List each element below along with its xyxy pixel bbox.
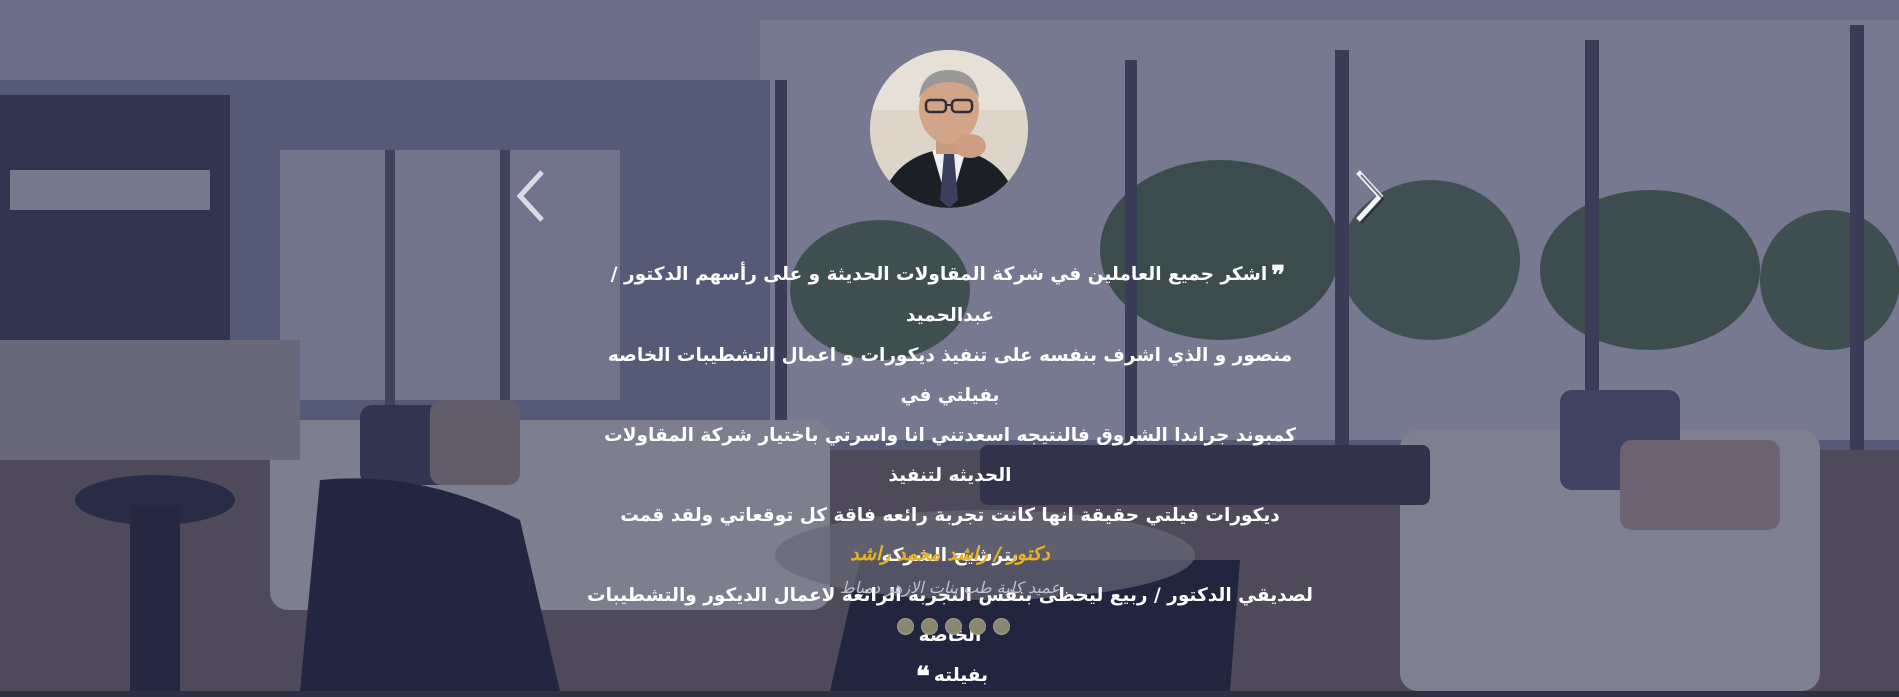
chevron-left-icon	[516, 170, 544, 222]
next-slide-button[interactable]	[1348, 166, 1388, 226]
prev-slide-button[interactable]	[512, 166, 552, 226]
testimonial-line-2: منصور و الذي اشرف بنفسه على تنفيذ ديكورا…	[607, 345, 1293, 406]
testimonial-line-6: بفيلته	[933, 665, 989, 686]
pagination-dot-4[interactable]	[969, 618, 986, 635]
pagination-dot-3[interactable]	[945, 618, 962, 635]
author-title: عميد كلية طب بنات الازهر دمياط	[839, 578, 1061, 597]
close-quote-icon: ❝	[915, 662, 930, 692]
open-quote-icon: ❞	[1271, 261, 1286, 291]
chevron-right-icon	[1356, 170, 1385, 224]
author-avatar	[870, 50, 1028, 208]
pagination-dot-5[interactable]	[993, 618, 1010, 635]
author-name: دكتور / راشد محمد راشد	[850, 543, 1050, 565]
testimonial-line-1: اشكر جميع العاملين في شركة المقاولات الح…	[610, 264, 1268, 326]
pagination-dot-2[interactable]	[921, 618, 938, 635]
testimonial-line-3: كمبوند جراندا الشروق فالنتيجه اسعدتني ان…	[604, 425, 1296, 486]
pagination-dot-1[interactable]	[897, 618, 914, 635]
slider-pagination	[897, 618, 1010, 635]
